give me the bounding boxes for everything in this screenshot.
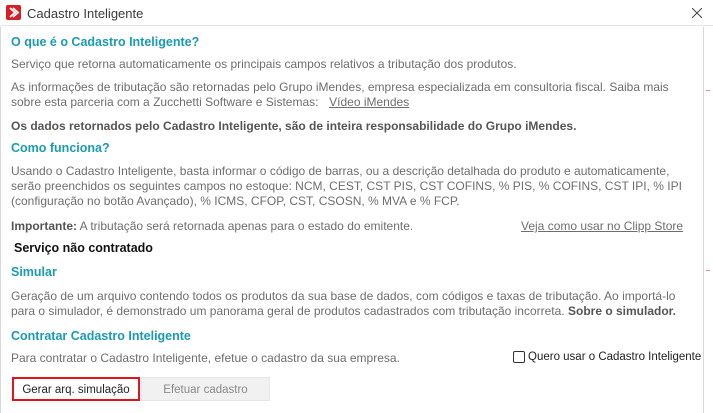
simulate-line1: Geração de um arquivo contendo todos os … [11,289,676,303]
how-it-works-line2: serão preenchidos os seguintes campos no… [11,179,682,193]
important-note: Importante: A tributação será retornada … [11,219,413,234]
disclaimer-text: Os dados retornados pelo Cadastro Inteli… [11,119,577,133]
how-it-works-line1: Usando o Cadastro Inteligente, basta inf… [11,164,670,178]
window-border-left [0,27,1,413]
important-text: A tributação será retornada apenas para … [79,219,414,233]
imendes-info-line2: sobre esta parceria com a Zucchetti Soft… [11,95,409,110]
clipp-store-link[interactable]: Veja como usar no Clipp Store [521,219,683,234]
about-simulator-link[interactable]: Sobre o simulador. [568,304,676,318]
contract-text: Para contratar o Cadastro Inteligente, e… [11,351,400,365]
video-imendes-link[interactable]: Vídeo iMendes [329,95,409,109]
what-is-heading: O que é o Cadastro Inteligente? [11,35,200,49]
use-cadastro-checkbox-label[interactable]: Quero usar o Cadastro Inteligente [528,351,701,363]
close-button[interactable] [684,2,710,24]
simulate-text: para o simulador, é demonstrado um panor… [11,304,565,318]
imendes-info-line1: As informações de tributação são retorna… [11,80,669,94]
close-icon [692,8,702,18]
window-border-right [703,27,704,413]
generate-simulation-button[interactable]: Gerar arq. simulação [12,377,140,401]
use-cadastro-checkbox[interactable] [513,351,525,363]
contract-heading: Contratar Cadastro Inteligente [11,329,191,343]
how-it-works-line3: (configuração no botão Avançado), % ICMS… [11,194,460,208]
register-button[interactable]: Efetuar cadastro [141,377,270,401]
simulate-heading: Simular [11,265,57,279]
window-title: Cadastro Inteligente [27,6,144,21]
how-it-works-heading: Como funciona? [11,141,110,155]
clipp-logo-icon [6,5,21,20]
title-bar: Cadastro Inteligente [0,0,713,26]
background-edge-mark [706,90,710,91]
important-label: Importante: [11,219,77,233]
background-edge-mark [706,270,710,271]
what-is-description: Serviço que retorna automaticamente os p… [11,57,517,71]
simulate-line2: para o simulador, é demonstrado um panor… [11,304,676,319]
imendes-info-text: sobre esta parceria com a Zucchetti Soft… [11,95,319,109]
service-status: Serviço não contratado [14,241,153,255]
